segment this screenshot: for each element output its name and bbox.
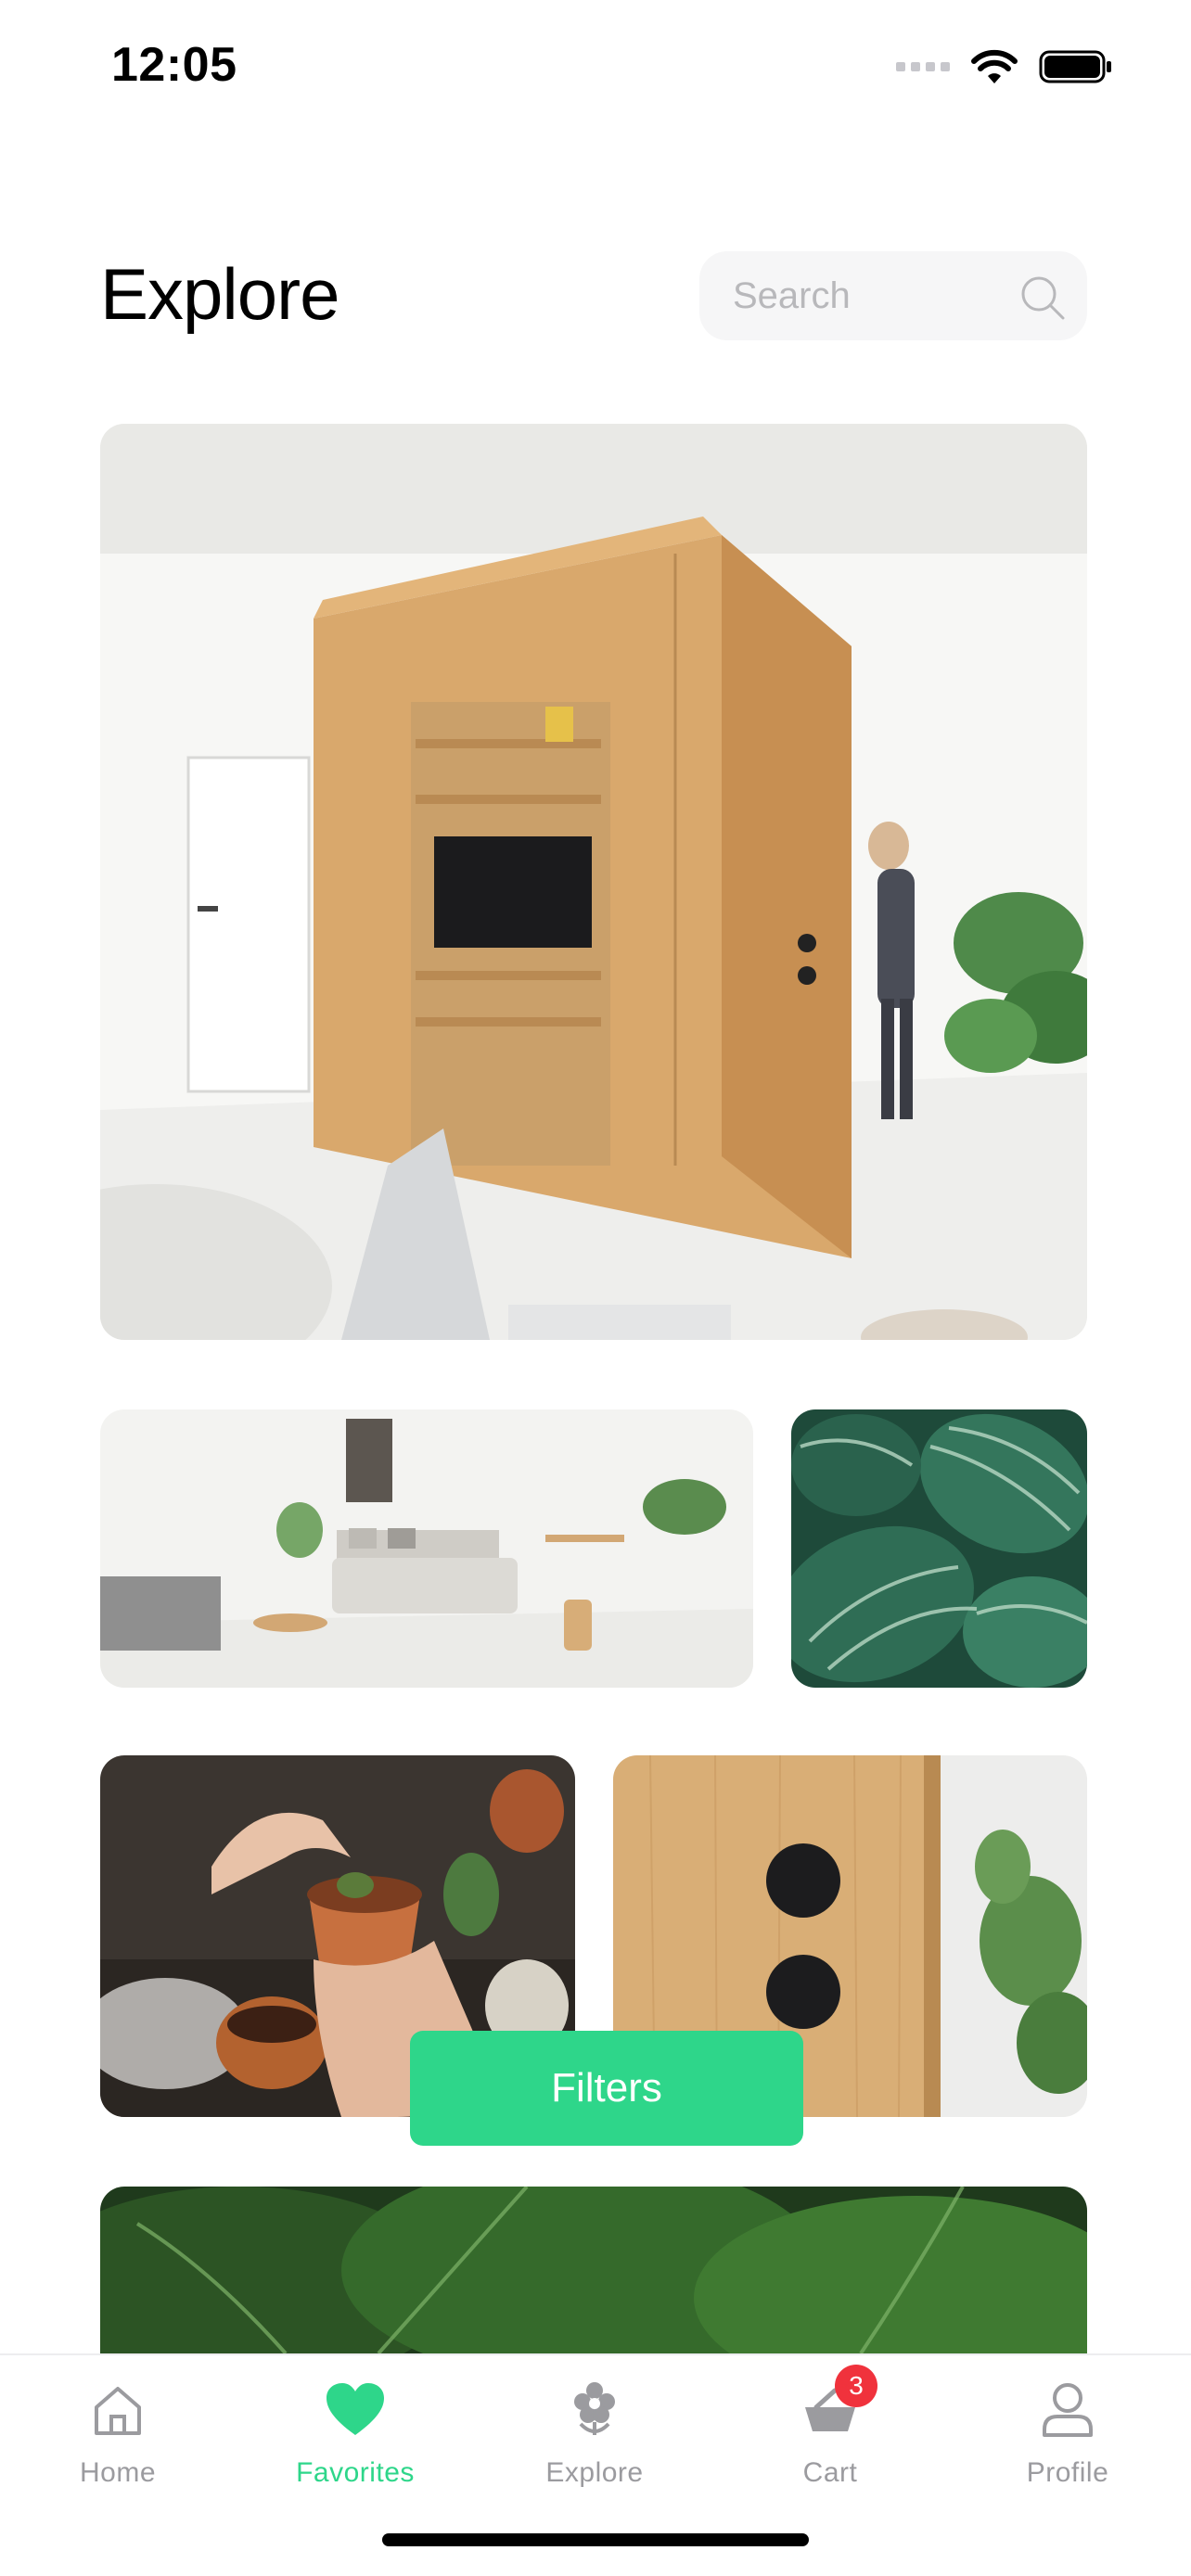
tab-cart[interactable]: 3 Cart (737, 2355, 923, 2513)
tab-home[interactable]: Home (25, 2355, 211, 2513)
gallery-image-bedroom[interactable] (100, 1409, 753, 1688)
status-time: 12:05 (111, 38, 237, 92)
tab-cart-label: Cart (802, 2457, 858, 2488)
heart-icon (327, 2383, 384, 2435)
filters-button[interactable]: Filters (410, 2031, 803, 2146)
bedroom-image (100, 1409, 753, 1688)
monstera-leaves-image (100, 2187, 1087, 2353)
cart-icon-wrapper: 3 (798, 2365, 877, 2442)
tab-favorites[interactable]: Favorites (263, 2355, 448, 2513)
tab-home-label: Home (79, 2457, 157, 2488)
wooden-cabinet-room-image (100, 424, 1087, 1340)
tab-explore[interactable]: Explore (502, 2355, 687, 2513)
battery-icon (1039, 50, 1111, 83)
search-icon[interactable] (1018, 274, 1067, 322)
tab-explore-label: Explore (545, 2457, 644, 2488)
tab-favorites-label: Favorites (296, 2457, 415, 2488)
tab-profile[interactable]: Profile (975, 2355, 1160, 2513)
status-bar: 12:05 (0, 0, 1191, 130)
tab-profile-label: Profile (1026, 2457, 1109, 2488)
home-icon (95, 2387, 141, 2435)
search-input[interactable] (733, 274, 1011, 317)
gallery-image-monstera[interactable] (100, 2187, 1087, 2353)
profile-icon (1043, 2383, 1093, 2437)
flower-icon (574, 2382, 615, 2435)
gallery-image-leaves[interactable] (791, 1409, 1087, 1688)
page-title: Explore (100, 253, 339, 335)
gallery-image-hero[interactable] (100, 424, 1087, 1340)
wifi-icon (971, 49, 1018, 83)
cellular-signal-icon (896, 62, 950, 71)
home-indicator[interactable] (382, 2533, 809, 2546)
search-box[interactable] (699, 251, 1087, 340)
calathea-leaves-image (791, 1409, 1087, 1688)
cart-badge: 3 (835, 2365, 877, 2407)
status-icons (896, 48, 1113, 85)
